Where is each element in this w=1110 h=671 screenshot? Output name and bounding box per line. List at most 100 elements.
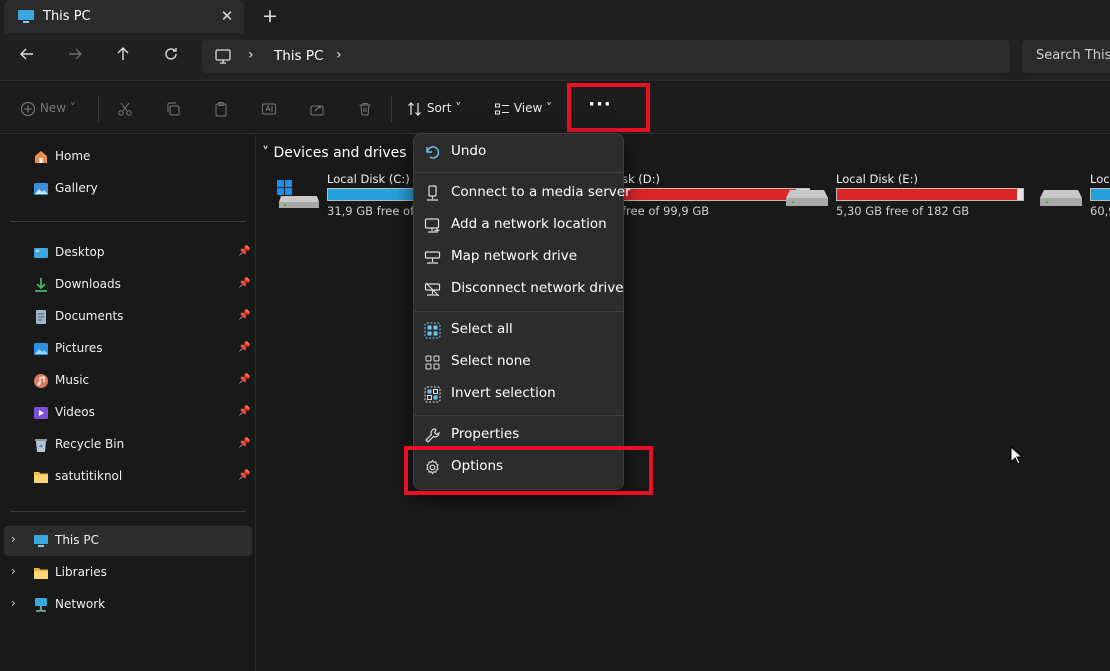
up-arrow-icon[interactable] bbox=[109, 43, 137, 71]
search-box[interactable]: Search This PC bbox=[1022, 40, 1110, 73]
drive-free-space: free of 99,9 GB bbox=[622, 204, 710, 218]
menu-item-undo[interactable]: Undo bbox=[418, 137, 621, 167]
sidebar-item-pictures[interactable]: Pictures 📌 bbox=[0, 334, 252, 364]
sidebar-item-downloads[interactable]: Downloads 📌 bbox=[0, 270, 252, 300]
menu-item-add-network-location[interactable]: Add a network location bbox=[418, 210, 621, 240]
monitor-icon bbox=[215, 49, 231, 64]
breadcrumb-chevron-icon[interactable]: › bbox=[336, 47, 342, 63]
pin-icon[interactable]: 📌 bbox=[238, 342, 250, 353]
drive-free-space: 31,9 GB free of 1 bbox=[327, 204, 426, 218]
group-header-label: Devices and drives bbox=[273, 145, 407, 161]
rename-icon[interactable] bbox=[261, 96, 277, 120]
sort-button[interactable]: Sort ˅ bbox=[407, 96, 461, 120]
chevron-down-icon[interactable]: ˅ bbox=[262, 145, 269, 161]
menu-item-disconnect-network-drive[interactable]: Disconnect network drive bbox=[418, 274, 624, 304]
paste-icon[interactable] bbox=[213, 96, 229, 120]
breadcrumb-chevron-icon[interactable]: › bbox=[248, 47, 254, 63]
pin-icon[interactable]: 📌 bbox=[238, 438, 250, 449]
command-bar: New ˅ Sort ˅ View ˅ ··· bbox=[0, 82, 1110, 134]
sidebar-divider bbox=[10, 511, 246, 512]
drive-usage-bar bbox=[836, 188, 1024, 201]
toolbar-divider bbox=[98, 96, 99, 122]
menu-item-invert-selection[interactable]: Invert selection bbox=[418, 379, 621, 409]
drive-e[interactable]: Local Disk (E:) 5,30 GB free of 182 GB bbox=[786, 172, 1026, 222]
tab-close-button[interactable]: ✕ bbox=[218, 7, 236, 25]
menu-item-label: Select none bbox=[451, 353, 531, 369]
search-input[interactable]: Search This PC bbox=[1036, 48, 1110, 63]
menu-item-map-network-drive[interactable]: Map network drive bbox=[418, 242, 621, 272]
breadcrumb-this-pc[interactable]: This PC bbox=[274, 48, 323, 64]
new-label: New bbox=[39, 101, 67, 115]
back-arrow-icon[interactable] bbox=[13, 43, 41, 71]
view-button[interactable]: View ˅ bbox=[494, 96, 552, 120]
mouse-cursor-icon bbox=[1010, 446, 1024, 465]
menu-item-label: Undo bbox=[451, 143, 487, 159]
sidebar-item-videos[interactable]: Videos 📌 bbox=[0, 398, 252, 428]
menu-item-label: Connect to a media server bbox=[451, 184, 631, 200]
menu-item-label: Properties bbox=[451, 426, 520, 442]
sidebar-item-label: Network bbox=[55, 597, 106, 611]
drive-f[interactable]: Loc 60,9 bbox=[1040, 172, 1110, 222]
sidebar-item-gallery[interactable]: Gallery bbox=[0, 174, 252, 204]
chevron-right-icon[interactable]: › bbox=[11, 596, 16, 610]
delete-icon[interactable] bbox=[357, 96, 373, 120]
menu-item-label: Invert selection bbox=[451, 385, 556, 401]
navigation-pane: Home Gallery Desktop 📌 Downloads 📌 Docum… bbox=[0, 135, 256, 671]
pin-icon[interactable]: 📌 bbox=[238, 246, 250, 257]
new-tab-button[interactable]: + bbox=[259, 5, 281, 27]
sidebar-item-libraries[interactable]: › Libraries bbox=[0, 558, 252, 588]
menu-item-connect-media-server[interactable]: Connect to a media server bbox=[418, 178, 631, 208]
forward-arrow-icon[interactable] bbox=[61, 43, 89, 71]
sidebar-item-documents[interactable]: Documents 📌 bbox=[0, 302, 252, 332]
sidebar-item-desktop[interactable]: Desktop 📌 bbox=[0, 238, 252, 268]
drive-usage-fill bbox=[837, 189, 1018, 200]
menu-separator bbox=[414, 172, 623, 173]
navigation-bar: › This PC › Search This PC bbox=[0, 33, 1110, 81]
view-label: View bbox=[513, 101, 543, 115]
select-all-icon bbox=[424, 322, 441, 339]
sidebar-item-home[interactable]: Home bbox=[0, 142, 252, 172]
sidebar-item-network[interactable]: › Network bbox=[0, 590, 252, 620]
menu-item-label: Select all bbox=[451, 321, 513, 337]
copy-icon[interactable] bbox=[165, 96, 181, 120]
folder-icon bbox=[34, 472, 48, 483]
sidebar-item-music[interactable]: Music 📌 bbox=[0, 366, 252, 396]
drive-usage-fill bbox=[1091, 189, 1110, 200]
sidebar-item-this-pc[interactable]: › This PC bbox=[4, 526, 252, 556]
chevron-right-icon[interactable]: › bbox=[11, 564, 16, 578]
sidebar-item-label: Documents bbox=[55, 309, 124, 323]
sidebar-item-satutitiknol[interactable]: satutitiknol 📌 bbox=[0, 462, 252, 492]
refresh-icon[interactable] bbox=[157, 43, 185, 71]
sidebar-item-label: Pictures bbox=[55, 341, 103, 355]
menu-item-select-all[interactable]: Select all bbox=[418, 315, 621, 345]
sidebar-item-label: Recycle Bin bbox=[55, 437, 125, 451]
menu-item-label: Disconnect network drive bbox=[451, 280, 624, 296]
windows-drive-icon bbox=[277, 180, 319, 208]
pin-icon[interactable]: 📌 bbox=[238, 310, 250, 321]
sidebar-item-recycle-bin[interactable]: Recycle Bin 📌 bbox=[0, 430, 252, 460]
home-icon bbox=[35, 151, 47, 163]
tab-this-pc[interactable]: This PC ✕ bbox=[4, 0, 244, 33]
toolbar-divider bbox=[391, 96, 392, 122]
pin-icon[interactable]: 📌 bbox=[238, 278, 250, 289]
view-icon bbox=[495, 103, 509, 114]
cut-icon[interactable] bbox=[117, 96, 133, 120]
drive-name: Loc bbox=[1090, 172, 1110, 186]
devices-and-drives-group[interactable]: ˅ Devices and drives bbox=[262, 145, 407, 161]
pin-icon[interactable]: 📌 bbox=[238, 470, 250, 481]
new-button[interactable]: New ˅ bbox=[20, 96, 76, 120]
disconnect-drive-icon bbox=[424, 282, 441, 297]
pin-icon[interactable]: 📌 bbox=[238, 374, 250, 385]
share-icon[interactable] bbox=[309, 96, 325, 120]
sidebar-divider bbox=[10, 221, 246, 222]
address-bar[interactable]: › This PC › bbox=[202, 40, 1010, 73]
menu-item-select-none[interactable]: Select none bbox=[418, 347, 621, 377]
this-pc-icon bbox=[34, 535, 48, 547]
recycle-bin-icon bbox=[35, 439, 47, 452]
select-none-icon bbox=[425, 355, 440, 370]
this-pc-icon bbox=[18, 10, 34, 23]
drive-usage-bar bbox=[622, 188, 810, 201]
pin-icon[interactable]: 📌 bbox=[238, 406, 250, 417]
music-icon bbox=[34, 374, 48, 388]
chevron-right-icon[interactable]: › bbox=[11, 532, 16, 546]
